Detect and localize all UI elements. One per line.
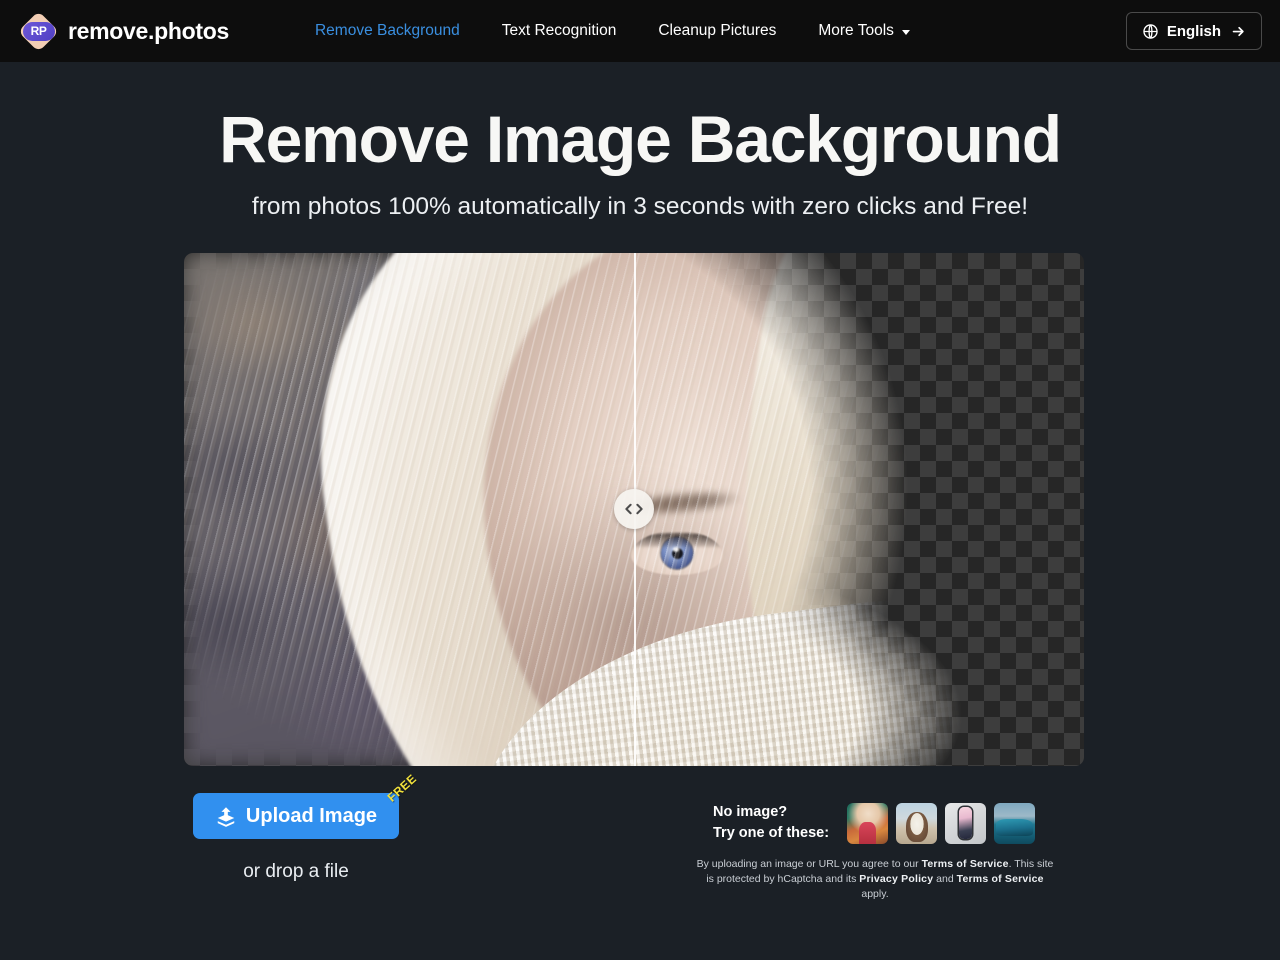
sample-thumbnail-woman[interactable] [847,803,888,844]
top-navbar: RP remove.photos Remove Background Text … [0,0,1280,62]
terms-of-service-link[interactable]: Terms of Service [922,858,1009,870]
language-label: English [1167,23,1221,40]
chevron-down-icon [902,30,910,35]
privacy-policy-link[interactable]: Privacy Policy [859,873,933,885]
legal-disclaimer: By uploading an image or URL you agree t… [695,857,1055,903]
sample-thumbnail-phone[interactable] [945,803,986,844]
legal-text-5: apply. [861,888,888,900]
drop-file-hint: or drop a file [193,861,399,883]
nav-link-more-tools-label: More Tools [818,22,894,40]
sample-images-section: No image? Try one of these: [713,802,1035,844]
upload-icon [215,805,237,827]
no-image-label: No image? [713,802,829,823]
logo-pill: RP [23,22,55,41]
hero-section: Remove Image Background from photos 100%… [0,62,1280,221]
comparison-slider-handle[interactable] [614,489,654,529]
legal-text-1: By uploading an image or URL you agree t… [697,858,922,870]
terms-of-service-link-2[interactable]: Terms of Service [957,873,1044,885]
upload-image-button[interactable]: Upload Image FREE [193,793,399,839]
arrow-right-icon [1231,24,1246,39]
nav-link-remove-background[interactable]: Remove Background [294,22,481,40]
legal-text-4: and [933,873,956,885]
sample-thumbnail-car[interactable] [994,803,1035,844]
nav-link-cleanup-pictures[interactable]: Cleanup Pictures [637,22,797,40]
sample-thumbnail-dog[interactable] [896,803,937,844]
sample-thumbnail-list [847,803,1035,844]
sample-images-label: No image? Try one of these: [713,802,829,844]
nav-link-more-tools[interactable]: More Tools [797,22,931,40]
legal-text-3: protected by hCaptcha and its [717,873,859,885]
free-badge: FREE [385,771,420,804]
brand-name: remove.photos [68,18,229,45]
try-one-label: Try one of these: [713,823,829,844]
before-after-comparison[interactable] [184,253,1084,766]
globe-icon [1142,23,1159,40]
primary-nav: Remove Background Text Recognition Clean… [294,22,931,40]
language-selector-button[interactable]: English [1126,12,1262,50]
hero-subtitle: from photos 100% automatically in 3 seco… [0,193,1280,221]
logo-initials: RP [31,25,47,37]
page-title: Remove Image Background [0,105,1280,175]
brand-logo-link[interactable]: RP remove.photos [18,11,229,52]
upload-section: Upload Image FREE or drop a file [193,793,399,883]
upload-button-label: Upload Image [246,805,377,828]
brand-logo-icon: RP [18,11,59,52]
left-right-chevrons-icon [623,502,645,516]
nav-link-text-recognition[interactable]: Text Recognition [481,22,638,40]
